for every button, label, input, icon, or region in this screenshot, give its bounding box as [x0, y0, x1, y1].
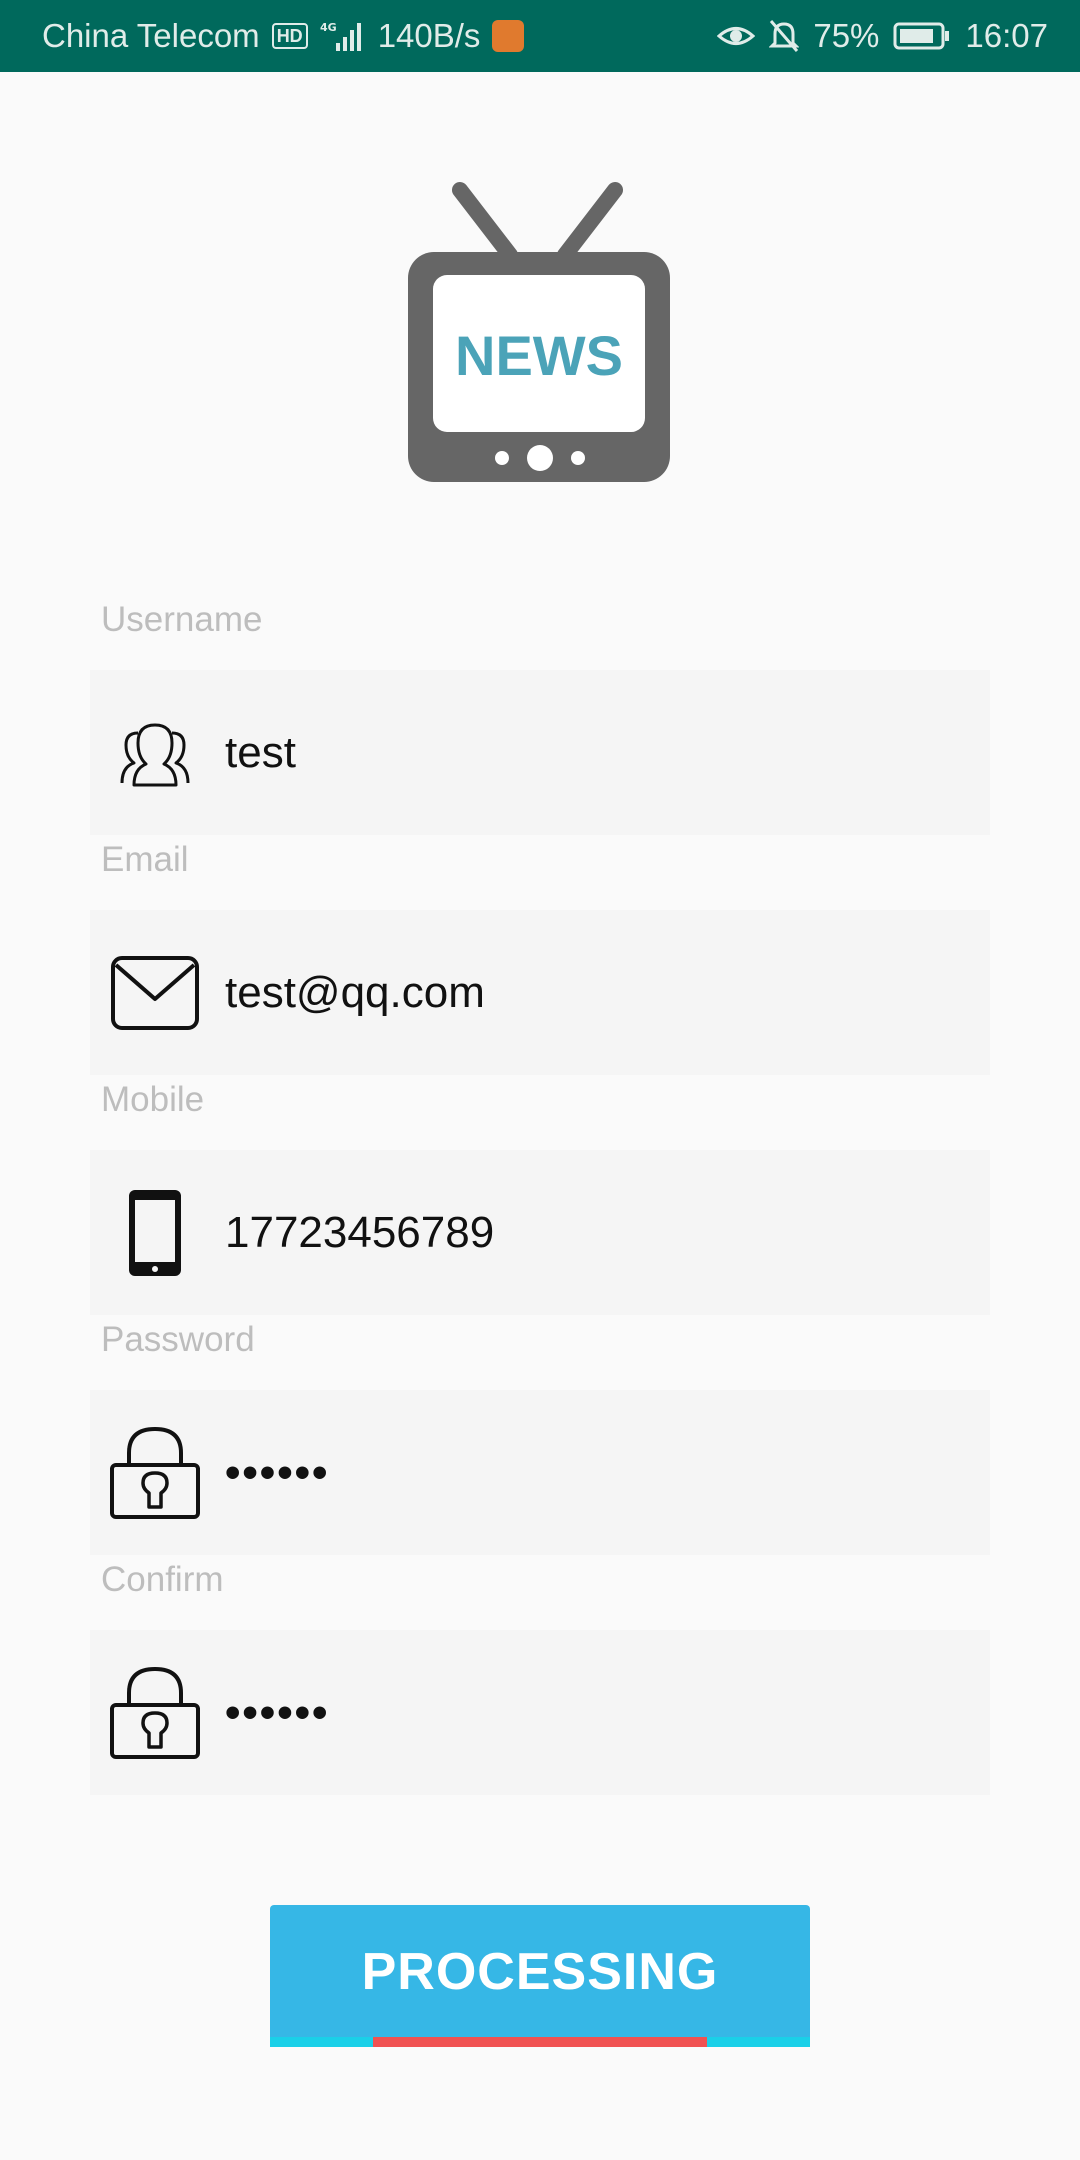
mobile-input[interactable]: 17723456789	[225, 1208, 494, 1258]
processing-button[interactable]: PROCESSING	[270, 1905, 810, 2047]
confirm-password-field[interactable]: ••••••	[90, 1630, 990, 1795]
tv-news-icon: NEWS	[408, 182, 670, 482]
phone-icon	[105, 1188, 205, 1278]
progress-fill	[372, 2037, 708, 2047]
username-field[interactable]: test	[90, 670, 990, 835]
logo-text: NEWS	[455, 324, 623, 387]
news-tv-logo: NEWS	[405, 180, 675, 490]
uc-browser-icon	[492, 20, 525, 52]
lock-icon	[105, 1666, 205, 1759]
envelope-icon	[105, 955, 205, 1031]
email-label: Email	[101, 840, 189, 879]
battery-icon	[893, 21, 951, 51]
confirm-password-input[interactable]: ••••••	[225, 1688, 329, 1738]
network-speed: 140B/s	[377, 17, 481, 54]
password-field[interactable]: ••••••	[90, 1390, 990, 1555]
hd-icon: HD	[271, 23, 308, 49]
svg-text:4G: 4G	[320, 21, 337, 34]
processing-button-label: PROCESSING	[361, 1943, 719, 2001]
email-field[interactable]: test@qq.com	[90, 910, 990, 1075]
mobile-label: Mobile	[101, 1080, 205, 1119]
email-input[interactable]: test@qq.com	[225, 968, 485, 1018]
lock-icon	[105, 1426, 205, 1519]
username-label: Username	[101, 600, 263, 639]
users-icon	[105, 717, 205, 789]
status-bar: China Telecom HD 4G 140B/s 75% 16:07	[0, 0, 1080, 72]
confirm-label: Confirm	[101, 1560, 224, 1599]
progress-track	[270, 2037, 810, 2047]
carrier-name: China Telecom	[42, 17, 260, 54]
password-label: Password	[101, 1320, 255, 1359]
clock: 16:07	[965, 17, 1048, 54]
signal-icon: 4G	[320, 19, 366, 53]
eye-icon	[717, 21, 756, 51]
battery-percent: 75%	[813, 17, 880, 54]
bell-off-icon	[769, 19, 800, 53]
password-input[interactable]: ••••••	[225, 1448, 329, 1498]
mobile-field[interactable]: 17723456789	[90, 1150, 990, 1315]
username-input[interactable]: test	[225, 728, 296, 778]
